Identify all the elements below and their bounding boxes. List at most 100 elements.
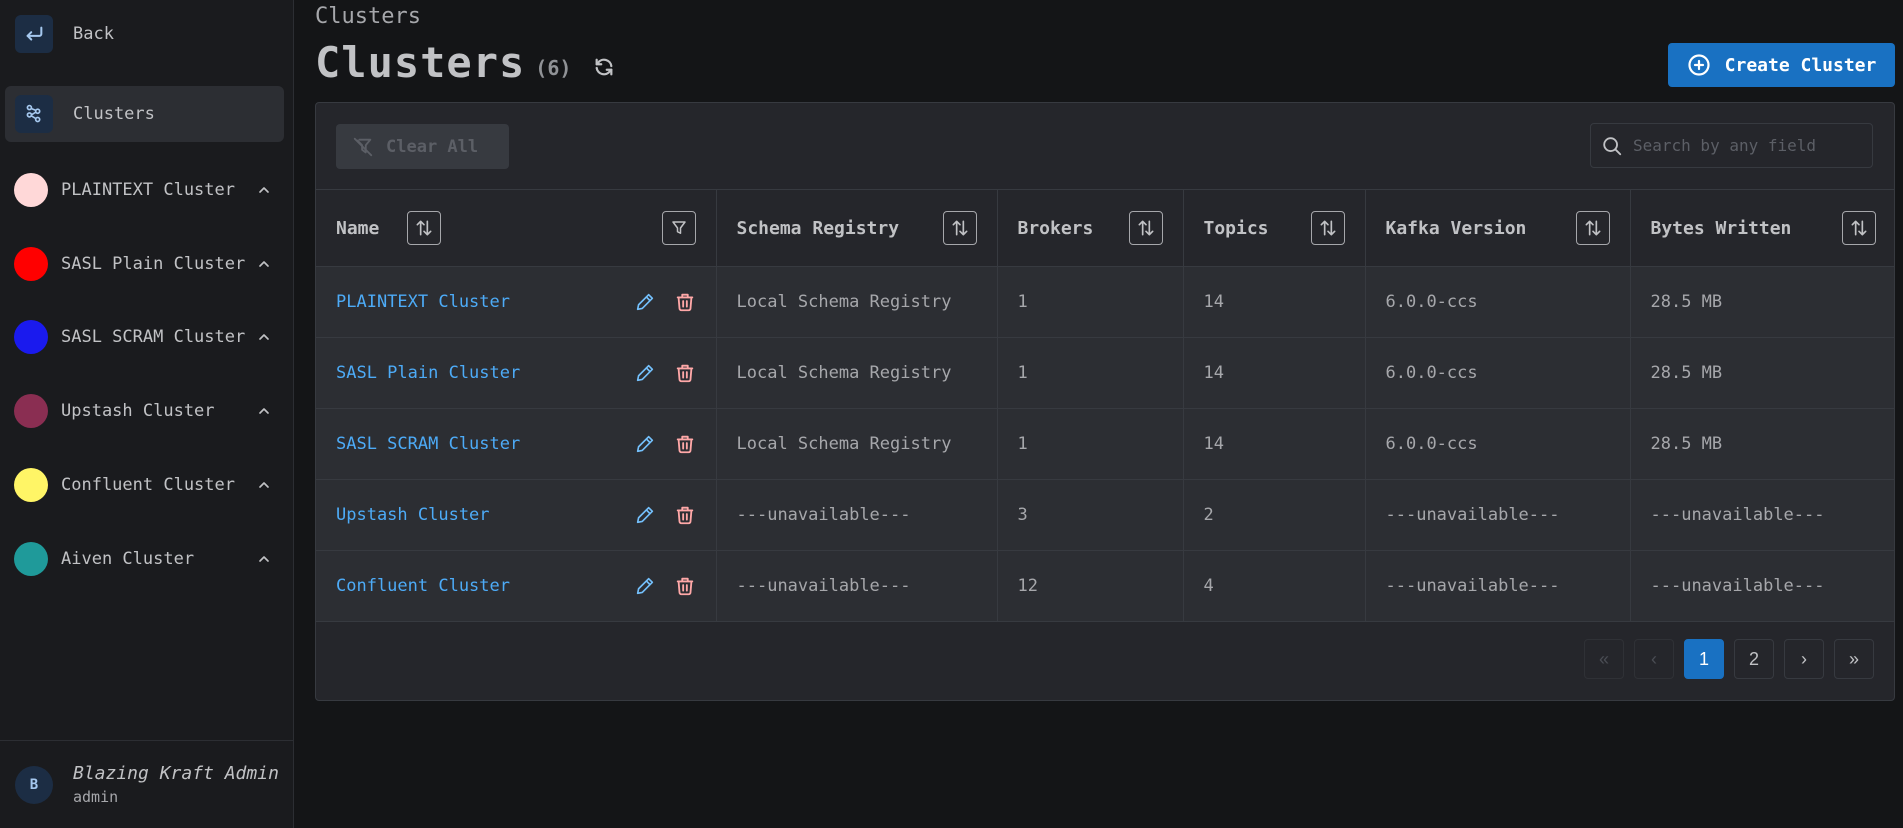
first-page-button[interactable]: « bbox=[1584, 639, 1624, 679]
cell-schema-registry: Local Schema Registry bbox=[716, 408, 998, 480]
column-header-topics: Topics bbox=[1183, 189, 1366, 267]
cell-kafka-version: 6.0.0-ccs bbox=[1365, 266, 1631, 338]
back-button[interactable]: Back bbox=[5, 6, 284, 62]
cluster-color-dot bbox=[14, 173, 48, 207]
edit-pencil-icon[interactable] bbox=[634, 291, 656, 313]
sidebar-item-sasl-scram-cluster[interactable]: SASL SCRAM Cluster bbox=[0, 311, 294, 363]
delete-trash-icon[interactable] bbox=[674, 362, 696, 384]
cell-schema-registry: ---unavailable--- bbox=[716, 550, 998, 622]
cell-topics: 14 bbox=[1183, 408, 1366, 480]
cluster-label: SASL SCRAM Cluster bbox=[61, 327, 246, 347]
plus-circle-icon bbox=[1688, 54, 1710, 76]
refresh-icon[interactable] bbox=[593, 56, 615, 78]
chevron-up-icon[interactable] bbox=[250, 477, 278, 493]
cell-name: SASL Plain Cluster bbox=[316, 337, 717, 409]
sidebar-item-clusters[interactable]: Clusters bbox=[5, 86, 284, 142]
user-profile[interactable]: B Blazing Kraft Admin admin bbox=[0, 740, 294, 828]
cell-kafka-version: 6.0.0-ccs bbox=[1365, 408, 1631, 480]
cell-name: SASL SCRAM Cluster bbox=[316, 408, 717, 480]
cell-name: Upstash Cluster bbox=[316, 479, 717, 551]
sidebar-item-aiven-cluster[interactable]: Aiven Cluster bbox=[0, 533, 294, 585]
sidebar-item-plaintext-cluster[interactable]: PLAINTEXT Cluster bbox=[0, 164, 294, 216]
clusters-table: Name Schema Registry Brokers Topics Kafk… bbox=[316, 189, 1894, 622]
sort-icon[interactable] bbox=[1310, 211, 1345, 245]
create-cluster-button[interactable]: Create Cluster bbox=[1668, 43, 1895, 87]
create-cluster-label: Create Cluster bbox=[1724, 54, 1877, 76]
delete-trash-icon[interactable] bbox=[674, 291, 696, 313]
edit-pencil-icon[interactable] bbox=[634, 433, 656, 455]
breadcrumb[interactable]: Clusters bbox=[315, 4, 421, 29]
cell-brokers: 1 bbox=[997, 337, 1184, 409]
column-header-kafka-version: Kafka Version bbox=[1365, 189, 1631, 267]
user-name: Blazing Kraft Admin bbox=[73, 763, 279, 784]
cell-brokers: 1 bbox=[997, 408, 1184, 480]
page-button-2[interactable]: 2 bbox=[1734, 639, 1774, 679]
cell-kafka-version: 6.0.0-ccs bbox=[1365, 337, 1631, 409]
column-header-label: Kafka Version bbox=[1385, 217, 1527, 239]
cell-topics: 4 bbox=[1183, 550, 1366, 622]
cluster-color-dot bbox=[14, 542, 48, 576]
cell-bytes-written: ---unavailable--- bbox=[1650, 505, 1825, 525]
cell-bytes-written: 28.5 MB bbox=[1650, 363, 1723, 383]
cluster-name-link[interactable]: Upstash Cluster bbox=[336, 505, 490, 525]
cell-brokers: 3 bbox=[997, 479, 1184, 551]
chevron-up-icon[interactable] bbox=[250, 182, 278, 198]
sort-icon[interactable] bbox=[942, 211, 977, 245]
user-role: admin bbox=[73, 788, 119, 806]
table-row: Upstash Cluster ---unavailable--- 3 2 --… bbox=[316, 479, 1894, 551]
clusters-table-card: Clear All Name bbox=[315, 102, 1895, 701]
clear-all-button[interactable]: Clear All bbox=[336, 124, 509, 169]
delete-trash-icon[interactable] bbox=[674, 504, 696, 526]
delete-trash-icon[interactable] bbox=[674, 433, 696, 455]
sidebar-item-upstash-cluster[interactable]: Upstash Cluster bbox=[0, 385, 294, 437]
edit-pencil-icon[interactable] bbox=[634, 362, 656, 384]
page-title: Clusters bbox=[315, 38, 526, 87]
cell-topics: 14 bbox=[1183, 266, 1366, 338]
page-button-1[interactable]: 1 bbox=[1684, 639, 1724, 679]
cell-brokers: 1 bbox=[997, 266, 1184, 338]
sidebar-item-sasl-plain-cluster[interactable]: SASL Plain Cluster bbox=[0, 238, 294, 290]
page-header: Clusters (6) bbox=[315, 38, 615, 87]
edit-pencil-icon[interactable] bbox=[634, 504, 656, 526]
cell-bytes-written: ---unavailable--- bbox=[1650, 576, 1825, 596]
column-header-name: Name bbox=[316, 189, 717, 267]
sidebar: Back Clusters PLAINTEXT Cluster SASL Pla… bbox=[0, 0, 294, 828]
column-header-label: Name bbox=[336, 217, 380, 239]
sort-icon[interactable] bbox=[1575, 211, 1610, 245]
table-header-row: Name Schema Registry Brokers Topics Kafk… bbox=[316, 189, 1894, 267]
cell-kafka-version: ---unavailable--- bbox=[1365, 479, 1631, 551]
search-box[interactable] bbox=[1590, 123, 1873, 168]
column-header-schema-registry: Schema Registry bbox=[716, 189, 998, 267]
cell-bytes-written: 28.5 MB bbox=[1650, 292, 1723, 312]
cluster-name-link[interactable]: SASL SCRAM Cluster bbox=[336, 434, 520, 454]
cell-topics: 14 bbox=[1183, 337, 1366, 409]
cluster-color-dot bbox=[14, 394, 48, 428]
cluster-name-link[interactable]: SASL Plain Cluster bbox=[336, 363, 520, 383]
search-input[interactable] bbox=[1633, 136, 1853, 155]
cluster-count: (6) bbox=[535, 55, 572, 80]
sort-icon[interactable] bbox=[1128, 211, 1163, 245]
cluster-label: Aiven Cluster bbox=[61, 549, 195, 569]
chevron-up-icon[interactable] bbox=[250, 403, 278, 419]
cluster-name-link[interactable]: PLAINTEXT Cluster bbox=[336, 292, 510, 312]
sort-icon[interactable] bbox=[1842, 211, 1876, 245]
cluster-label: Confluent Cluster bbox=[61, 475, 235, 495]
last-page-button[interactable]: » bbox=[1834, 639, 1874, 679]
next-page-button[interactable]: › bbox=[1784, 639, 1824, 679]
chevron-up-icon[interactable] bbox=[250, 329, 278, 345]
sidebar-item-confluent-cluster[interactable]: Confluent Cluster bbox=[0, 459, 294, 511]
column-header-label: Bytes Written bbox=[1650, 217, 1792, 239]
cluster-name-link[interactable]: Confluent Cluster bbox=[336, 576, 510, 596]
sort-icon[interactable] bbox=[407, 211, 442, 245]
table-row: SASL SCRAM Cluster Local Schema Registry… bbox=[316, 408, 1894, 480]
filter-icon[interactable] bbox=[661, 211, 696, 245]
chevron-up-icon[interactable] bbox=[250, 256, 278, 272]
table-toolbar: Clear All bbox=[316, 103, 1894, 189]
chevron-up-icon[interactable] bbox=[250, 551, 278, 567]
edit-pencil-icon[interactable] bbox=[634, 575, 656, 597]
delete-trash-icon[interactable] bbox=[674, 575, 696, 597]
back-label: Back bbox=[73, 24, 114, 44]
cell-bytes-written: 28.5 MB bbox=[1650, 434, 1723, 454]
prev-page-button[interactable]: ‹ bbox=[1634, 639, 1674, 679]
cell-schema-registry: Local Schema Registry bbox=[716, 337, 998, 409]
